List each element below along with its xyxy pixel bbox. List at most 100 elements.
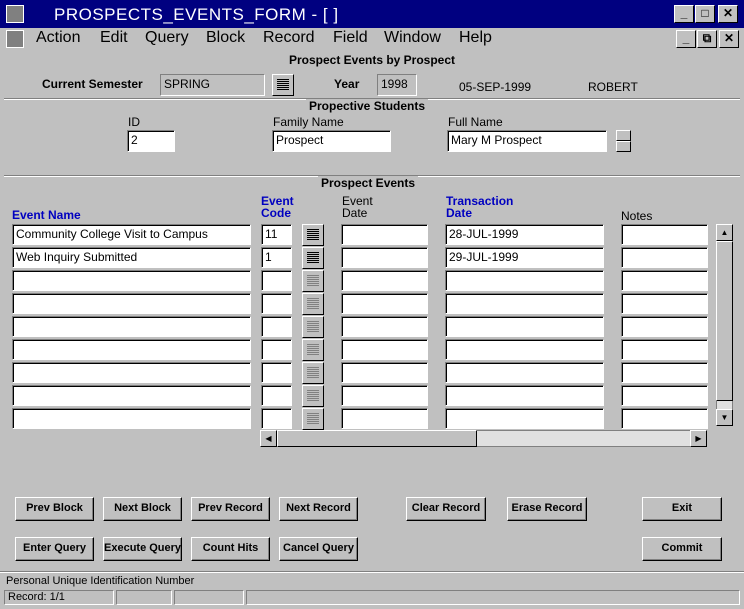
- event-name-field[interactable]: [12, 293, 251, 314]
- event-date-field[interactable]: [341, 408, 428, 429]
- notes-field[interactable]: [621, 362, 708, 383]
- event-date-field[interactable]: [341, 362, 428, 383]
- next-record-button[interactable]: Next Record: [279, 497, 358, 521]
- vertical-scroll-thumb[interactable]: [716, 241, 733, 401]
- event-date-field[interactable]: [341, 385, 428, 406]
- current-semester-field[interactable]: SPRING: [160, 74, 265, 96]
- col-event-name: Event Name: [12, 208, 81, 222]
- event-code-list-button[interactable]: [302, 316, 324, 338]
- event-date-field[interactable]: [341, 339, 428, 360]
- transaction-date-field[interactable]: [445, 293, 604, 314]
- notes-field[interactable]: [621, 293, 708, 314]
- transaction-date-field[interactable]: [445, 408, 604, 429]
- event-code-field[interactable]: [261, 385, 292, 406]
- menu-edit[interactable]: Edit: [100, 29, 128, 47]
- scroll-up-icon[interactable]: ▲: [716, 224, 733, 241]
- id-field[interactable]: 2: [127, 130, 175, 152]
- event-code-field[interactable]: [261, 339, 292, 360]
- doc-close-button[interactable]: ✕: [719, 30, 739, 48]
- scroll-right-icon[interactable]: ▶: [690, 430, 707, 447]
- close-button[interactable]: ✕: [718, 5, 738, 23]
- year-field[interactable]: 1998: [377, 74, 417, 96]
- col-trans-2: Date: [446, 206, 473, 220]
- event-code-field[interactable]: [261, 408, 292, 429]
- notes-field[interactable]: [621, 339, 708, 360]
- list-icon: [277, 79, 289, 91]
- event-code-field[interactable]: 1: [261, 247, 292, 268]
- notes-field[interactable]: [621, 224, 708, 245]
- event-code-list-button[interactable]: [302, 293, 324, 315]
- scroll-left-icon[interactable]: ◀: [260, 430, 277, 447]
- erase-record-button[interactable]: Erase Record: [507, 497, 587, 521]
- event-code-list-button[interactable]: [302, 247, 324, 269]
- notes-field[interactable]: [621, 247, 708, 268]
- execute-query-button[interactable]: Execute Query: [103, 537, 182, 561]
- event-code-list-button[interactable]: [302, 408, 324, 430]
- event-code-field[interactable]: 11: [261, 224, 292, 245]
- notes-field[interactable]: [621, 316, 708, 337]
- event-name-field[interactable]: Web Inquiry Submitted: [12, 247, 251, 268]
- full-name-field[interactable]: Mary M Prospect: [447, 130, 607, 152]
- maximize-button[interactable]: □: [695, 5, 715, 23]
- menu-field[interactable]: Field: [333, 29, 368, 47]
- event-name-field[interactable]: Community College Visit to Campus: [12, 224, 251, 245]
- event-name-field[interactable]: [12, 385, 251, 406]
- family-name-field[interactable]: Prospect: [272, 130, 391, 152]
- notes-field[interactable]: [621, 270, 708, 291]
- event-date-field[interactable]: [341, 224, 428, 245]
- event-code-field[interactable]: [261, 362, 292, 383]
- student-scroll-down[interactable]: [616, 141, 631, 152]
- event-code-list-button[interactable]: [302, 224, 324, 246]
- doc-restore-button[interactable]: ⧉: [697, 30, 717, 48]
- menu-action[interactable]: Action: [36, 29, 80, 47]
- event-code-field[interactable]: [261, 316, 292, 337]
- event-name-field[interactable]: [12, 270, 251, 291]
- event-date-field[interactable]: [341, 247, 428, 268]
- event-code-field[interactable]: [261, 270, 292, 291]
- transaction-date-field[interactable]: [445, 339, 604, 360]
- transaction-date-field[interactable]: [445, 316, 604, 337]
- event-date-field[interactable]: [341, 270, 428, 291]
- notes-field[interactable]: [621, 408, 708, 429]
- menu-record[interactable]: Record: [263, 29, 315, 47]
- minimize-button[interactable]: _: [674, 5, 694, 23]
- event-name-field[interactable]: [12, 316, 251, 337]
- cancel-query-button[interactable]: Cancel Query: [279, 537, 358, 561]
- event-name-field[interactable]: [12, 362, 251, 383]
- enter-query-button[interactable]: Enter Query: [15, 537, 94, 561]
- app-icon[interactable]: [6, 5, 24, 23]
- event-date-field[interactable]: [341, 316, 428, 337]
- document-icon[interactable]: [6, 30, 24, 48]
- menu-block[interactable]: Block: [206, 29, 245, 47]
- menu-window[interactable]: Window: [384, 29, 441, 47]
- transaction-date-field[interactable]: 29-JUL-1999: [445, 247, 604, 268]
- event-name-field[interactable]: [12, 339, 251, 360]
- event-code-list-button[interactable]: [302, 362, 324, 384]
- doc-minimize-button[interactable]: _: [676, 30, 696, 48]
- event-code-list-button[interactable]: [302, 385, 324, 407]
- transaction-date-field[interactable]: 28-JUL-1999: [445, 224, 604, 245]
- student-scroll-up[interactable]: [616, 130, 631, 141]
- clear-record-button[interactable]: Clear Record: [406, 497, 486, 521]
- semester-list-button[interactable]: [272, 74, 294, 96]
- menu-help[interactable]: Help: [459, 29, 492, 47]
- transaction-date-field[interactable]: [445, 362, 604, 383]
- event-code-field[interactable]: [261, 293, 292, 314]
- notes-field[interactable]: [621, 385, 708, 406]
- exit-button[interactable]: Exit: [642, 497, 722, 521]
- list-icon: [307, 413, 319, 425]
- event-date-field[interactable]: [341, 293, 428, 314]
- horizontal-scroll-thumb[interactable]: [277, 430, 477, 447]
- prev-block-button[interactable]: Prev Block: [15, 497, 94, 521]
- count-hits-button[interactable]: Count Hits: [191, 537, 270, 561]
- event-code-list-button[interactable]: [302, 270, 324, 292]
- menu-query[interactable]: Query: [145, 29, 189, 47]
- next-block-button[interactable]: Next Block: [103, 497, 182, 521]
- event-code-list-button[interactable]: [302, 339, 324, 361]
- event-name-field[interactable]: [12, 408, 251, 429]
- scroll-down-icon[interactable]: ▼: [716, 409, 733, 426]
- transaction-date-field[interactable]: [445, 385, 604, 406]
- prev-record-button[interactable]: Prev Record: [191, 497, 270, 521]
- commit-button[interactable]: Commit: [642, 537, 722, 561]
- transaction-date-field[interactable]: [445, 270, 604, 291]
